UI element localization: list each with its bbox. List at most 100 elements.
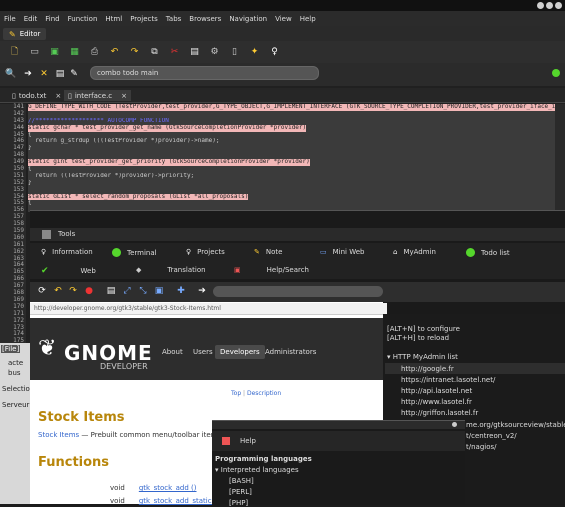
menu-item[interactable]: Help [296,15,320,23]
code-line: { [28,200,565,207]
menu-item[interactable]: Tabs [162,15,186,23]
help-item[interactable]: [PHP] [229,499,248,507]
link-item[interactable]: http://google.fr [401,365,454,373]
back-icon[interactable]: ↶ [52,285,64,297]
replace-icon[interactable]: ✕ [38,68,50,80]
tab-help-search[interactable]: ▣ Help/Search [234,266,309,274]
code-text: { [28,131,32,138]
tab-editor[interactable]: ✎ Editor [3,28,47,40]
add-bookmark-icon[interactable]: ✚ [175,285,187,297]
link-item[interactable]: http://www.lasotel.fr [401,398,472,406]
menu-item[interactable]: File [0,15,20,23]
tab-projects[interactable]: ♀ Projects [186,248,225,256]
help-item[interactable]: [BASH] [229,477,254,485]
nav-about[interactable]: About [157,345,188,359]
menu-item[interactable]: Find [41,15,63,23]
find-marks-icon[interactable]: ✎ [68,68,80,80]
menu-item[interactable]: Projects [126,15,162,23]
myadmin-section[interactable]: ▾ HTTP MyAdmin list [387,353,458,361]
link-item[interactable]: http://api.lasotel.net [401,387,472,395]
nav-administrators[interactable]: Administrators [260,345,321,359]
tab-translation[interactable]: ◆ Translation [136,266,206,274]
page-breadcrumb: Stock Items — Prebuilt common menu/toolb… [38,431,218,439]
menu-item[interactable]: View [271,15,296,23]
browser-url-input[interactable] [213,286,383,297]
help-header: Programming languages [215,455,312,463]
tab-note[interactable]: ✎ Note [254,248,282,256]
close-tab-icon[interactable]: × [121,92,127,100]
link-item[interactable]: https://intranet.lasotel.net/ [401,376,495,384]
tools-icon [42,230,51,239]
bulb-icon[interactable]: ♀ [269,47,280,58]
tab-myadmin[interactable]: ⌂ MyAdmin [393,248,436,256]
search-input[interactable] [90,66,319,80]
refresh-icon[interactable]: ⟳ [36,285,48,297]
go-icon[interactable]: ➔ [196,285,208,297]
help-tab-label[interactable]: Help [240,437,256,445]
tab-interface-c[interactable]: ▯ interface.c × [64,90,132,101]
link-item-partial[interactable]: me.org/gtksourceview/stable/ [466,421,565,429]
search-icon[interactable]: 🔍 [5,68,17,80]
code-line: static gchar * test_provider_get_name (G… [28,124,565,132]
document-icon[interactable]: ▯ [229,47,240,58]
tab-terminal[interactable]: Terminal [112,248,157,257]
link-item-partial[interactable]: t/centreon_v2/ [466,432,517,440]
nav-users[interactable]: Users [188,345,218,359]
menu-item[interactable]: Edit [20,15,42,23]
nav-developers[interactable]: Developers [215,345,265,359]
star-icon[interactable]: ✦ [249,47,260,58]
menu-item[interactable]: Navigation [225,15,271,23]
tab-label: Projects [197,248,225,256]
code-line: { [28,132,565,139]
code-editor[interactable]: G_DEFINE_TYPE_WITH_CODE (TestProvider,te… [28,104,565,212]
new-file-icon[interactable]: 🗋 [9,47,20,58]
fullscreen-icon[interactable]: ▣ [153,285,165,297]
translate-icon: ◆ [136,266,142,274]
open-folder-icon[interactable]: ▭ [29,47,40,58]
close-icon[interactable] [452,422,457,427]
copy-icon[interactable]: ⧉ [149,47,160,58]
terminal-icon [112,248,121,257]
minimize-icon[interactable] [537,2,544,9]
page-icon[interactable]: ▤ [105,285,117,297]
link-item-partial[interactable]: t/nagios/ [466,443,497,451]
find-file-icon[interactable]: ▤ [54,68,66,80]
code-text: { [28,200,32,207]
save-all-icon[interactable]: ▦ [69,47,80,58]
plugin-icon[interactable]: ⚙ [209,47,220,58]
close-icon[interactable] [555,2,562,9]
tab-label: Web [80,267,96,275]
left-pane-item[interactable]: acte [8,359,23,367]
tab-mini-web[interactable]: ▭ Mini Web [320,248,364,256]
cut-icon[interactable]: ✂ [169,47,180,58]
goto-icon[interactable]: ➔ [22,68,34,80]
tab-web[interactable]: ✔ Web [41,266,96,276]
help-item[interactable]: [PERL] [229,488,252,496]
forward-icon[interactable]: ↷ [67,285,79,297]
close-tab-icon[interactable]: × [55,92,61,100]
zoom-in-icon[interactable]: ⤢ [121,285,133,297]
editor-scrollbar[interactable] [555,104,565,212]
left-pane-item[interactable]: bus [8,369,21,377]
subnav-description[interactable]: Description [247,390,281,397]
tab-information[interactable]: ♀ Information [41,248,93,256]
crumb-link[interactable]: Stock Items [38,431,79,439]
tab-todo-txt[interactable]: ▯ todo.txt × [8,90,65,101]
link-item[interactable]: http://griffon.lasotel.fr [401,409,478,417]
save-icon[interactable]: ▣ [49,47,60,58]
maximize-icon[interactable] [546,2,553,9]
redo-icon[interactable]: ↷ [129,47,140,58]
function-link[interactable]: gtk_stock_add () [139,484,197,492]
help-group[interactable]: ▾ Interpreted languages [215,466,299,474]
undo-icon[interactable]: ↶ [109,47,120,58]
print-icon[interactable]: ⎙ [89,47,100,58]
zoom-out-icon[interactable]: ⤡ [137,285,149,297]
code-line: } [28,180,565,187]
menu-item[interactable]: Function [64,15,102,23]
menu-item[interactable]: Browsers [185,15,225,23]
stop-icon[interactable]: ● [83,285,95,297]
tab-todo-list[interactable]: Todo list [466,248,510,257]
subnav-top[interactable]: Top [231,390,241,397]
paste-icon[interactable]: ▤ [189,47,200,58]
menu-item[interactable]: Html [101,15,126,23]
